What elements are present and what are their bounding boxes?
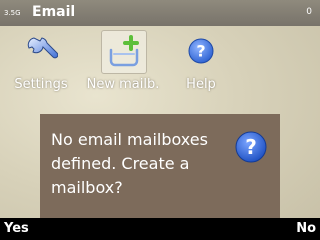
status-bar: 3.5G Email 0 — [0, 0, 320, 26]
help-icon: ? — [179, 30, 223, 72]
settings-button[interactable]: Settings — [4, 26, 78, 94]
toolbar: Settings New mailb. ? Help — [0, 26, 320, 94]
softkey-bar: Yes No — [0, 218, 320, 240]
confirmation-dialog: No email mailboxes defined. Create a mai… — [40, 114, 280, 220]
new-mailbox-label: New mailb. — [86, 77, 160, 92]
yes-softkey[interactable]: Yes — [4, 221, 29, 236]
settings-label: Settings — [14, 77, 68, 92]
app-title: Email — [32, 4, 76, 20]
new-mailbox-icon — [101, 30, 147, 74]
help-label: Help — [186, 77, 216, 92]
svg-text:?: ? — [196, 42, 205, 61]
dialog-message: No email mailboxes defined. Create a mai… — [51, 130, 208, 197]
question-icon: ? — [234, 130, 268, 164]
svg-text:?: ? — [245, 135, 257, 159]
no-softkey[interactable]: No — [296, 221, 316, 236]
help-button[interactable]: ? Help — [170, 26, 232, 94]
mail-counter: 0 — [306, 7, 312, 17]
new-mailbox-button[interactable]: New mailb. — [82, 26, 164, 94]
wrench-icon — [19, 30, 63, 72]
network-indicator: 3.5G — [4, 9, 21, 17]
